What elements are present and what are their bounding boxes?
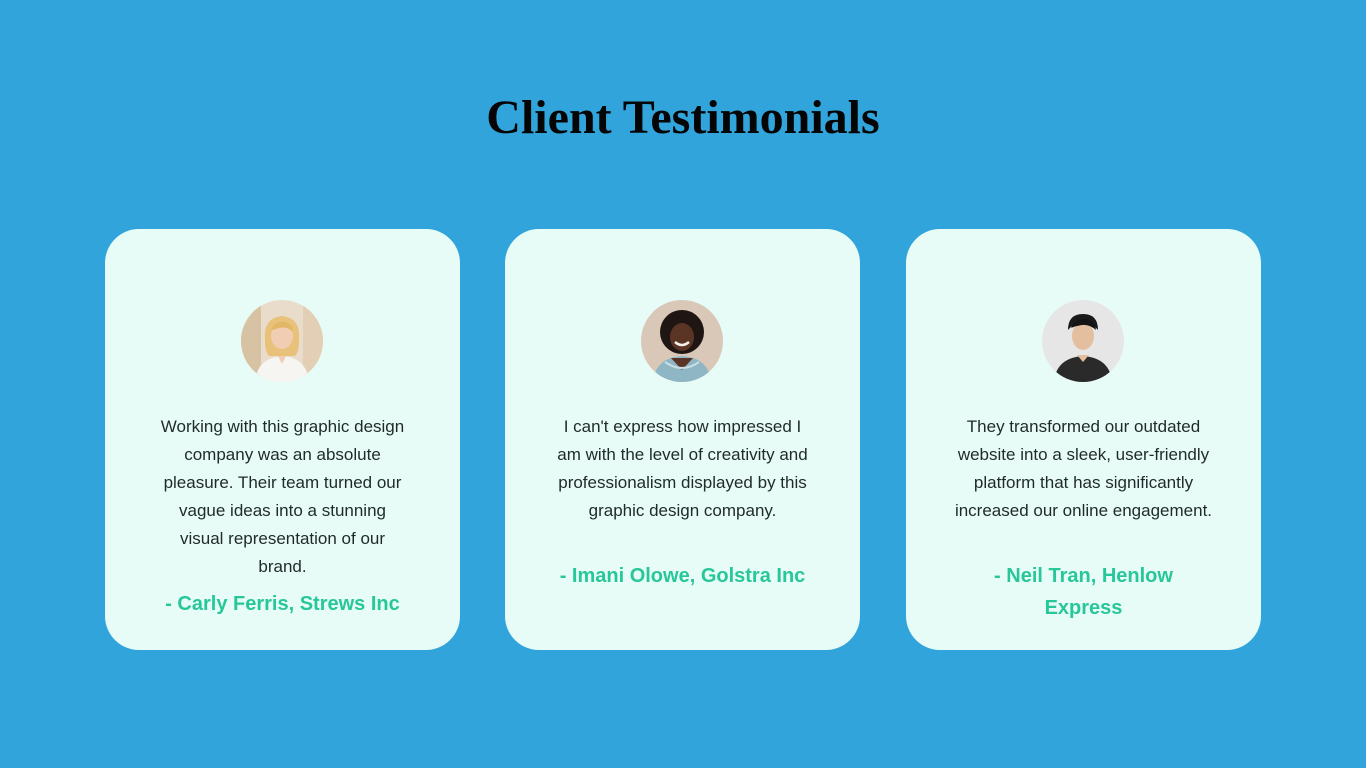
testimonial-quote: Working with this graphic design company… [160,417,405,576]
testimonial-author: - Carly Ferris, Strews Inc [165,593,400,615]
avatar [241,300,323,382]
testimonial-author: - Neil Tran, Henlow Express [994,565,1173,619]
testimonial-quote: They transformed our outdated website in… [954,417,1213,520]
woman-curly-hair-avatar-icon [641,300,723,382]
man-dark-hair-avatar-icon [1042,300,1124,382]
testimonial-cards: Working with this graphic design company… [105,229,1261,650]
avatar [1042,300,1124,382]
avatar [641,300,723,382]
page-title: Client Testimonials [486,91,880,144]
testimonial-card: I can't express how impressed I am with … [505,229,860,650]
woman-blonde-avatar-icon [241,300,323,382]
testimonial-author: - Imani Olowe, Golstra Inc [559,565,806,587]
testimonial-card: They transformed our outdated website in… [906,229,1261,650]
testimonial-card: Working with this graphic design company… [105,229,460,650]
testimonial-quote: I can't express how impressed I am with … [557,417,808,520]
